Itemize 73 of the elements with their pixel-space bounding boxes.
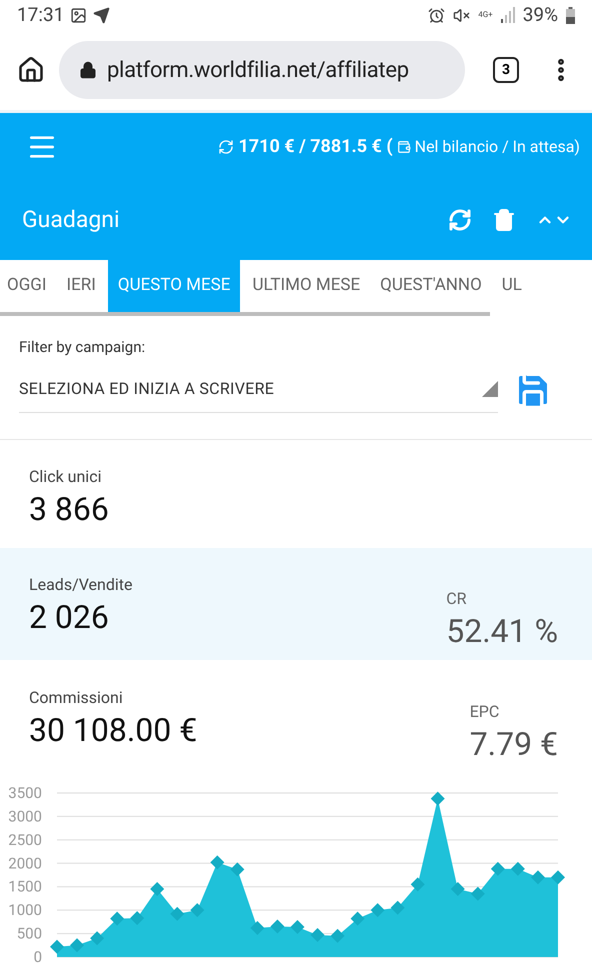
campaign-select[interactable]: SELEZIONA ED INIZIA A SCRIVERE — [19, 377, 482, 401]
image-icon — [70, 6, 88, 24]
stat-label: CR — [446, 588, 468, 610]
y-tick-label: 3000 — [8, 807, 42, 826]
signal-icon — [500, 7, 515, 23]
data-point — [490, 862, 505, 876]
stat-value: 30 108.00 € — [29, 710, 198, 750]
alarm-icon — [428, 6, 446, 24]
lock-icon — [79, 61, 97, 79]
data-point — [90, 931, 104, 946]
y-tick-label: 500 — [16, 924, 42, 943]
clock-time: 17:31 — [17, 2, 64, 28]
data-point — [410, 877, 425, 892]
stat-label: Click unici — [29, 466, 102, 488]
stat-label: Leads/Vendite — [29, 574, 132, 596]
address-bar[interactable]: platform.worldfilia.net/affiliatep — [59, 41, 465, 99]
data-point — [370, 903, 385, 918]
stat-value: 52.41 % — [446, 611, 558, 651]
period-tab[interactable]: ULTIMO MESE — [244, 260, 368, 312]
battery-percent: 39% — [522, 2, 558, 28]
data-point — [130, 911, 144, 926]
data-point — [551, 870, 565, 884]
period-tab[interactable]: OGGI — [2, 260, 54, 312]
refresh-button[interactable] — [448, 208, 472, 232]
network-type: 4G+ — [478, 11, 493, 19]
wallet-icon — [396, 140, 411, 154]
data-point — [530, 870, 545, 884]
refresh-icon — [218, 138, 234, 154]
data-point — [350, 912, 365, 926]
data-point — [470, 886, 485, 901]
mute-icon — [453, 6, 470, 24]
stat-value: 2 026 — [29, 597, 110, 637]
data-point — [510, 862, 525, 876]
data-point — [330, 928, 345, 943]
data-point — [50, 940, 64, 954]
y-tick-label: 2500 — [8, 830, 42, 849]
home-button[interactable] — [17, 56, 45, 84]
data-point — [250, 920, 264, 935]
y-tick-label: 1000 — [8, 901, 42, 920]
balance-legend: Nel bilancio / In attesa) — [414, 134, 580, 158]
period-tab[interactable]: IERI — [58, 260, 104, 312]
data-point — [390, 900, 405, 915]
data-point — [170, 906, 184, 921]
data-point — [450, 882, 465, 896]
url-text: platform.worldfilia.net/affiliatep — [107, 56, 409, 84]
stat-label: Commissioni — [29, 687, 124, 709]
battery-icon — [566, 6, 575, 24]
y-tick-label: 2000 — [8, 854, 42, 872]
stat-value: 3 866 — [29, 489, 109, 529]
data-point — [290, 920, 304, 934]
delete-button[interactable] — [492, 208, 516, 232]
tab-count-button[interactable]: 3 — [493, 57, 519, 83]
data-point — [230, 862, 244, 876]
data-point — [430, 792, 445, 806]
dropdown-arrow-icon[interactable] — [482, 381, 498, 397]
data-point — [150, 882, 164, 896]
y-tick-label: 3500 — [8, 784, 42, 802]
data-point — [210, 855, 224, 870]
period-tab[interactable]: UL — [494, 260, 530, 312]
stat-value: 7.79 € — [470, 724, 558, 764]
page-title: Guadagni — [22, 204, 120, 235]
data-point — [190, 903, 204, 918]
send-icon — [93, 6, 110, 24]
data-point — [310, 928, 325, 942]
filter-label: Filter by campaign: — [19, 337, 146, 358]
period-tab[interactable]: QUEST'ANNO — [372, 260, 490, 312]
data-point — [110, 912, 124, 926]
data-point — [70, 938, 84, 952]
data-point — [270, 920, 284, 934]
stat-label: EPC — [470, 701, 500, 723]
balance-summary: 1710 € / 7881.5 € ( — [238, 135, 393, 159]
y-tick-label: 1500 — [8, 878, 42, 896]
y-tick-label: 0 — [34, 948, 42, 963]
